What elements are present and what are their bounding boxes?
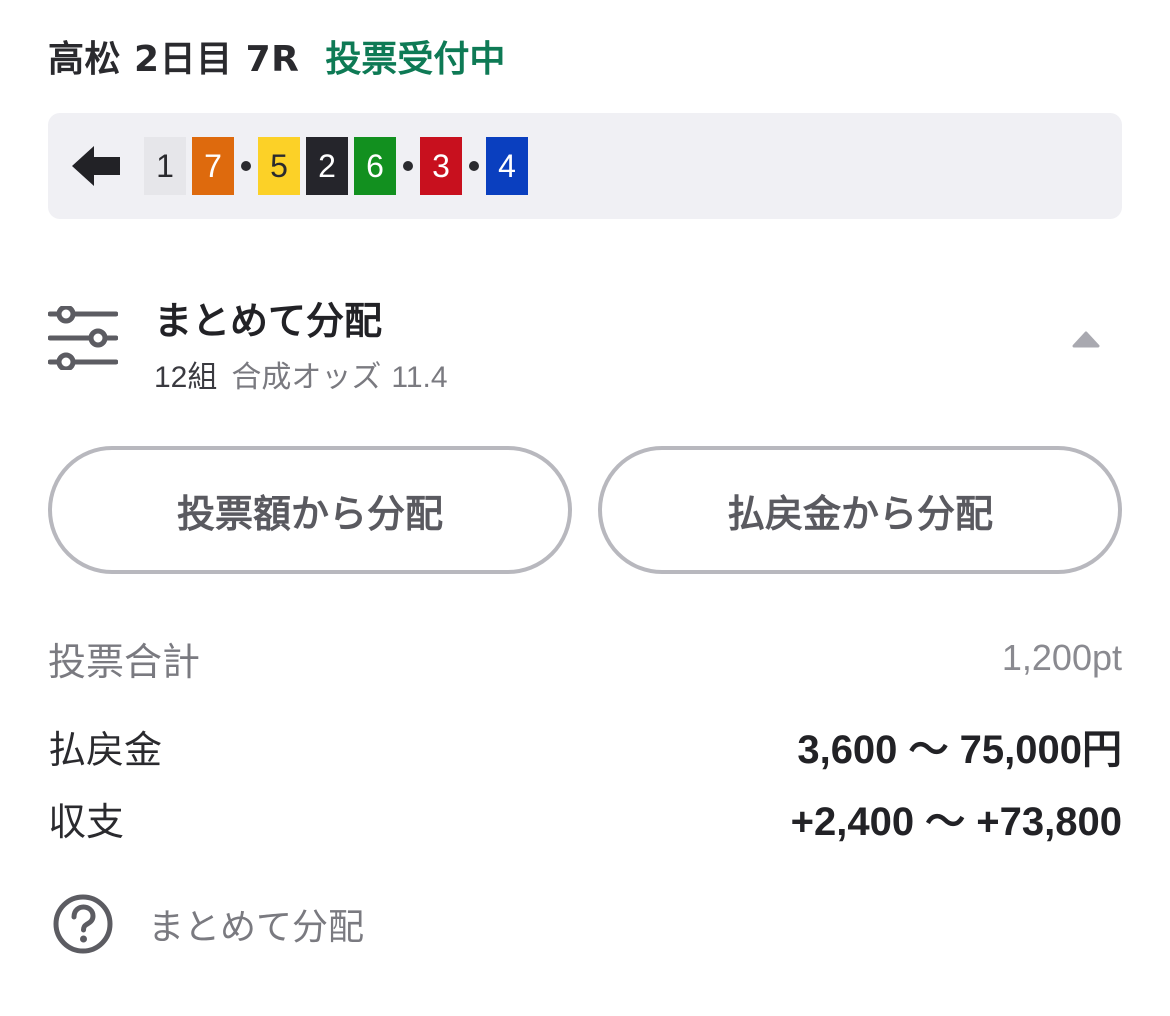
boat-number-5: 5 (258, 137, 300, 195)
race-header: 高松 2日目 7R 投票受付中 (48, 30, 505, 82)
race-title: 高松 2日目 7R (48, 39, 300, 80)
boat-number-6: 6 (354, 137, 396, 195)
balance-label: 収支 (48, 799, 125, 844)
distribute-by-payout-button[interactable]: 払戻金から分配 (598, 446, 1122, 574)
separator-dot (462, 161, 486, 171)
combined-odds-value: 11.4 (391, 361, 448, 394)
boat-group: 526 (258, 137, 396, 195)
boat-number-1: 1 (144, 137, 186, 195)
sliders-icon (48, 306, 118, 370)
arrow-left-icon[interactable] (70, 144, 122, 188)
boat-number-7: 7 (192, 137, 234, 195)
boat-group: 3 (420, 137, 462, 195)
balance-row: 収支 +2,400 ～ +73,800 (48, 790, 1122, 846)
voting-status: 投票受付中 (325, 39, 506, 80)
total-bet-label: 投票合計 (48, 639, 201, 684)
boat-group: 17 (144, 137, 234, 195)
combined-odds-label: 合成オッズ (231, 361, 382, 394)
boat-group: 4 (486, 137, 528, 195)
combination-bar: 1752634 (48, 113, 1122, 219)
payout-row: 払戻金 3,600 ～ 75,000円 (48, 718, 1122, 774)
separator-dot (234, 161, 258, 171)
help-link-label: まとめて分配 (148, 907, 365, 948)
balance-value: +2,400 ～ +73,800 (790, 800, 1122, 844)
caret-up-icon[interactable] (1072, 330, 1100, 350)
combination-count: 12組 (154, 361, 218, 394)
bulk-distribution-header[interactable]: まとめて分配 12組 合成オッズ 11.4 (48, 280, 1122, 400)
distribution-buttons: 投票額から分配 払戻金から分配 (48, 446, 1122, 574)
question-circle-icon (53, 894, 113, 954)
bulk-distribution-title: まとめて分配 (154, 299, 383, 343)
boat-number-4: 4 (486, 137, 528, 195)
boat-combination: 1752634 (144, 137, 528, 195)
combination-summary: 12組 合成オッズ 11.4 (154, 352, 448, 396)
separator-dot (396, 161, 420, 171)
boat-number-3: 3 (420, 137, 462, 195)
payout-label: 払戻金 (48, 727, 163, 772)
total-bet-row: 投票合計 1,200pt (48, 630, 1122, 686)
help-link[interactable]: まとめて分配 (52, 892, 364, 956)
total-bet-value: 1,200pt (1001, 637, 1122, 678)
distribute-by-bet-button[interactable]: 投票額から分配 (48, 446, 572, 574)
payout-value: 3,600 ～ 75,000円 (797, 728, 1122, 772)
boat-number-2: 2 (306, 137, 348, 195)
